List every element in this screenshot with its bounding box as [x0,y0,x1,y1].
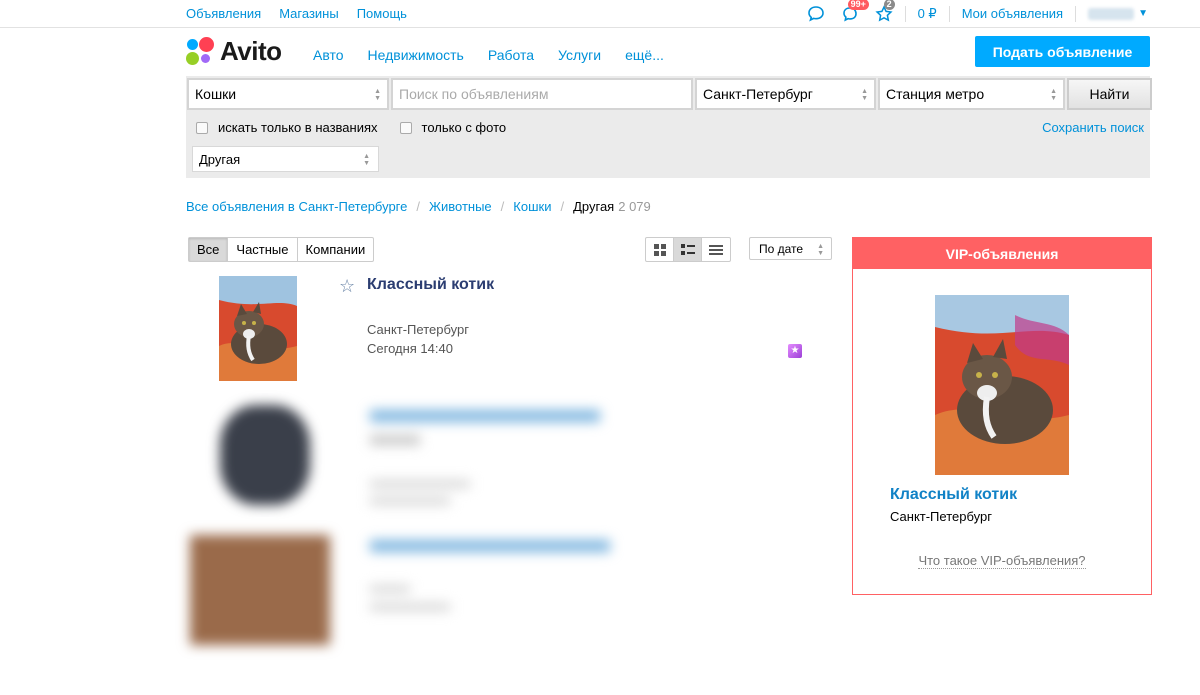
vip-marker-icon: ★ [788,344,802,358]
messages-icon[interactable]: 99+ [841,0,869,23]
post-ad-button[interactable]: Подать объявление [975,36,1150,67]
vip-ads-header: VIP-объявления [853,238,1151,269]
favorites-icon[interactable]: 2 [874,0,895,23]
listing-photo[interactable] [219,276,297,381]
divider [904,5,906,22]
chevron-down-icon[interactable]: ▼ [1138,8,1148,19]
tab-private[interactable]: Частные [228,238,298,261]
select-arrows-icon: ▲ ▼ [1050,88,1057,102]
search-options: искать только в названиях только с фото [196,120,506,135]
my-ads-link[interactable]: Мои объявления [962,6,1063,21]
header: Avito Авто Недвижимость Работа Услуги ещ… [186,36,1150,70]
top-bar: Объявления Магазины Помощь 99+ 2 0 ₽ Мои… [0,0,1200,28]
divider [1075,5,1077,22]
search-row: Кошки ▲ ▼ Поиск по объявлениям Санкт-Пете… [187,78,1152,110]
blurred-title [370,410,600,422]
listing-date: Сегодня 14:40 [367,341,453,356]
list-view-icon[interactable] [674,238,702,261]
add-to-favorites-star-icon[interactable]: ☆ [339,276,355,297]
vip-listing-title[interactable]: Классный котик [890,486,1017,504]
grid-view-icon[interactable] [646,238,674,261]
tab-companies[interactable]: Компании [298,238,374,261]
select-arrows-icon: ▲ ▼ [374,88,381,102]
subcategory-select[interactable]: Другая ▲ ▼ [192,146,379,172]
nav-auto[interactable]: Авто [313,47,344,63]
messages-badge: 99+ [847,0,869,10]
top-links: Объявления Магазины Помощь [186,6,407,21]
listing-city: Санкт-Петербург [367,322,469,337]
vip-ads-panel: VIP-объявления Классный котик Санкт-Пете… [852,237,1152,595]
breadcrumb-current: Другая [573,199,615,214]
breadcrumb-animals[interactable]: Животные [429,199,492,214]
blurred-title [370,540,610,552]
save-search-link[interactable]: Сохранить поиск [1042,120,1144,135]
results-count: 2 079 [618,199,651,214]
vip-listing-city: Санкт-Петербург [890,509,992,524]
main-nav: Авто Недвижимость Работа Услуги ещё... [313,47,664,63]
search-placeholder: Поиск по объявлениям [399,86,549,102]
select-arrows-icon: ▲ ▼ [817,243,824,257]
nav-more[interactable]: ещё... [625,47,664,63]
select-arrows-icon: ▲ ▼ [861,88,868,102]
category-value: Кошки [195,86,237,102]
only-photo-checkbox[interactable] [399,121,412,134]
breadcrumb: Все объявления в Санкт-Петербурге / Живо… [186,199,651,214]
nav-services[interactable]: Услуги [558,47,601,63]
only-titles-checkbox[interactable] [196,121,208,134]
nav-jobs[interactable]: Работа [488,47,534,63]
nav-realty[interactable]: Недвижимость [368,47,464,63]
divider [948,5,950,22]
search-input[interactable]: Поиск по объявлениям [391,78,693,110]
vip-listing-photo[interactable] [935,295,1069,475]
category-select[interactable]: Кошки ▲ ▼ [187,78,389,110]
select-arrows-icon: ▲ ▼ [363,153,370,167]
breadcrumb-cats[interactable]: Кошки [513,199,551,214]
breadcrumb-all[interactable]: Все объявления в Санкт-Петербурге [186,199,407,214]
top-link-ads[interactable]: Объявления [186,6,261,21]
compact-view-icon[interactable] [702,238,730,261]
blurred-photo [190,535,330,645]
sort-value: По дате [759,242,804,256]
top-link-shops[interactable]: Магазины [279,6,339,21]
balance-link[interactable]: 0 ₽ [918,6,937,22]
top-user-area: 99+ 2 0 ₽ Мои объявления ▼ [791,0,1148,27]
avito-logo[interactable]: Avito [186,36,282,66]
chat-icon[interactable] [807,5,825,23]
user-name-blurred[interactable] [1088,7,1135,20]
only-titles-label[interactable]: искать только в названиях [218,120,378,135]
view-mode-switcher [645,237,731,262]
listing-title[interactable]: Классный котик [367,276,494,294]
what-is-vip-link[interactable]: Что такое VIP-объявления? [918,553,1086,569]
vip-info-container: Что такое VIP-объявления? [853,553,1151,569]
city-select[interactable]: Санкт-Петербург ▲ ▼ [695,78,876,110]
tab-all[interactable]: Все [189,238,229,261]
only-photo-label[interactable]: только с фото [422,120,507,135]
logo-dots-icon [186,37,214,65]
sort-select[interactable]: По дате ▲ ▼ [749,237,832,260]
top-link-help[interactable]: Помощь [357,6,407,21]
blurred-listings [90,385,650,645]
metro-value: Станция метро [886,86,985,102]
favorites-badge: 2 [883,0,895,10]
blurred-photo [220,405,310,505]
find-button[interactable]: Найти [1067,78,1152,110]
seller-type-tabs: Все Частные Компании [188,237,375,262]
search-panel: Кошки ▲ ▼ Поиск по объявлениям Санкт-Пете… [186,76,1152,178]
city-value: Санкт-Петербург [703,86,813,102]
metro-select[interactable]: Станция метро ▲ ▼ [878,78,1065,110]
logo-text: Avito [220,35,282,66]
subcategory-value: Другая [199,152,241,167]
